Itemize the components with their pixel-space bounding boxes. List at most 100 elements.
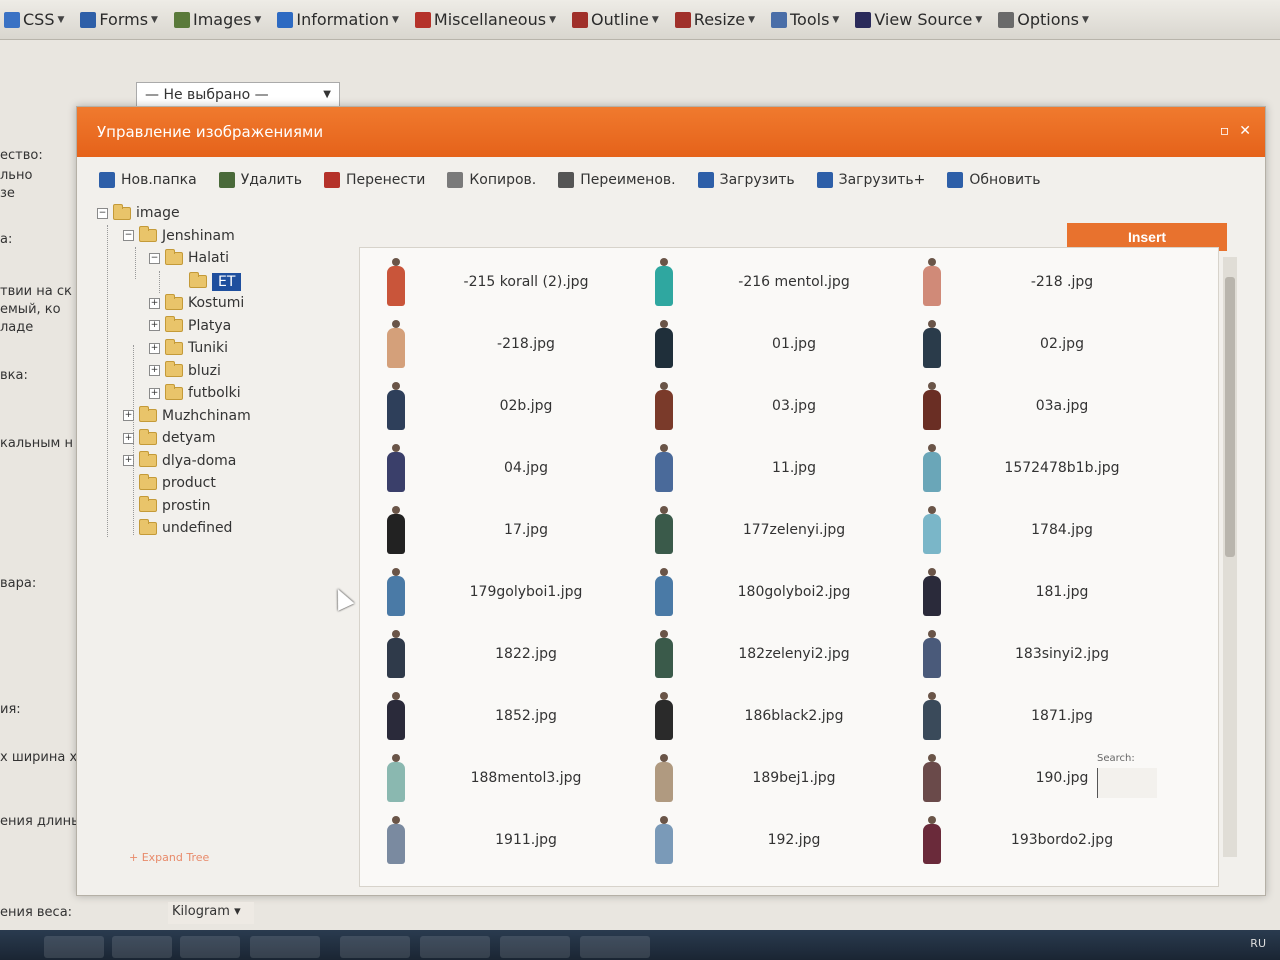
tree-folder-kostumi[interactable]: + Kostumi <box>149 293 244 311</box>
file-item[interactable]: 1871.jpg <box>902 686 1188 748</box>
taskbar-app-8[interactable] <box>580 936 650 958</box>
tree-folder-platya[interactable]: + Platya <box>149 316 231 334</box>
taskbar-app-6[interactable] <box>420 936 490 958</box>
devbar-menu-tools[interactable]: Tools ▼ <box>770 10 840 29</box>
toolbar-button-0[interactable]: Нов.папка <box>99 172 197 188</box>
tree-folder-detyam[interactable]: + detyam <box>123 428 216 446</box>
expand-icon[interactable]: + <box>149 342 160 354</box>
collapse-icon[interactable]: − <box>97 207 108 219</box>
devbar-menu-forms[interactable]: Forms ▼ <box>80 10 158 29</box>
file-item[interactable]: 1852.jpg <box>366 686 652 748</box>
tree-folder-dlya-doma[interactable]: + dlya-doma <box>123 451 236 469</box>
file-item[interactable]: 177zelenyi.jpg <box>634 500 920 562</box>
file-item[interactable]: 183sinyi2.jpg <box>902 624 1188 686</box>
taskbar-app-5[interactable] <box>340 936 410 958</box>
tree-folder-et[interactable]: ET <box>173 272 242 291</box>
file-item[interactable]: 04.jpg <box>366 438 652 500</box>
tree-folder-tuniki[interactable]: + Tuniki <box>149 338 228 356</box>
file-item[interactable]: 188mentol3.jpg <box>366 748 652 810</box>
close-icon[interactable]: ✕ <box>1239 123 1251 139</box>
images-icon <box>173 11 190 28</box>
weight-unit-select[interactable]: Kilogram ▾ <box>168 902 254 924</box>
devbar-menu-images[interactable]: Images ▼ <box>173 10 261 29</box>
tree-folder-jenshinam[interactable]: − Jenshinam <box>123 226 235 244</box>
tree-folder-halati[interactable]: − Halati <box>149 248 229 266</box>
file-item[interactable]: 186black2.jpg <box>634 686 920 748</box>
tree-folder-image[interactable]: − image <box>97 203 180 221</box>
taskbar-app-2[interactable] <box>112 936 172 958</box>
grid-scrollbar[interactable] <box>1223 257 1237 857</box>
chevron-down-icon: ▾ <box>234 904 241 919</box>
file-item[interactable]: 01.jpg <box>634 314 920 376</box>
expand-icon[interactable]: + <box>149 320 160 331</box>
devbar-menu-outline[interactable]: Outline ▼ <box>571 10 659 29</box>
file-item[interactable]: 1822.jpg <box>366 624 652 686</box>
thumbnail-figure-dress <box>923 514 941 554</box>
thumbnail-figure-dress <box>387 700 405 740</box>
file-toolbar: Нов.папка Удалить Перенести Копиров. Переиме… <box>77 157 1265 203</box>
tree-folder-prostin[interactable]: prostin <box>123 496 210 514</box>
thumbnail-figure-dress <box>655 452 673 492</box>
devbar-menu-options[interactable]: Options ▼ <box>998 10 1089 29</box>
file-item[interactable]: 189bej1.jpg <box>634 748 920 810</box>
toolbar-button-3[interactable]: Копиров. <box>447 172 536 188</box>
file-thumbnail <box>380 816 412 866</box>
tree-guide-line <box>159 271 160 293</box>
devbar-menu-css[interactable]: CSS ▼ <box>4 10 64 29</box>
taskbar-app-3[interactable] <box>180 936 240 958</box>
file-item[interactable]: 1911.jpg <box>366 810 652 872</box>
tree-folder-undefined[interactable]: undefined <box>123 518 232 536</box>
taskbar-app-7[interactable] <box>500 936 570 958</box>
toolbar-button-7[interactable]: Обновить <box>947 172 1041 188</box>
file-item[interactable]: 03.jpg <box>634 376 920 438</box>
tree-folder-bluzi[interactable]: + bluzi <box>149 361 221 379</box>
thumbnail-figure-head <box>392 258 400 266</box>
file-name: 01.jpg <box>772 336 816 352</box>
devbar-menu-miscellaneous[interactable]: Miscellaneous ▼ <box>414 10 556 29</box>
devbar-menu-information[interactable]: Information ▼ <box>277 10 399 29</box>
file-item[interactable]: 17.jpg <box>366 500 652 562</box>
file-name: 1822.jpg <box>495 646 557 662</box>
file-item[interactable]: 192.jpg <box>634 810 920 872</box>
expand-tree-link[interactable]: + Expand Tree <box>129 851 209 864</box>
toolbar-button-6[interactable]: Загрузить+ <box>816 172 925 188</box>
file-item[interactable]: 02.jpg <box>902 314 1188 376</box>
chevron-down-icon: ▼ <box>832 14 840 25</box>
expand-icon[interactable]: + <box>149 365 160 376</box>
tree-folder-futbolki[interactable]: + futbolki <box>149 383 241 401</box>
file-item[interactable]: 1784.jpg <box>902 500 1188 562</box>
file-item[interactable]: 179golyboi1.jpg <box>366 562 652 624</box>
thumbnail-figure-dress <box>387 824 405 864</box>
toolbar-button-4[interactable]: Переименов. <box>558 172 676 188</box>
file-item[interactable]: 180golyboi2.jpg <box>634 562 920 624</box>
devbar-menu-label: Tools <box>789 10 830 29</box>
file-item[interactable]: 193bordo2.jpg <box>902 810 1188 872</box>
taskbar-app-4[interactable] <box>250 936 320 958</box>
scrollbar-thumb[interactable] <box>1225 277 1235 557</box>
file-item[interactable]: 11.jpg <box>634 438 920 500</box>
toolbar-button-2[interactable]: Перенести <box>323 172 425 188</box>
collapse-icon[interactable]: − <box>149 252 160 264</box>
tree-folder-muzhchinam[interactable]: + Muzhchinam <box>123 406 251 424</box>
devbar-menu-view-source[interactable]: View Source ▼ <box>855 10 982 29</box>
toolbar-button-1[interactable]: Удалить <box>218 172 302 188</box>
file-item[interactable]: -216 mentol.jpg <box>634 252 920 314</box>
search-input[interactable] <box>1097 768 1157 798</box>
expand-icon[interactable]: + <box>149 387 160 399</box>
devbar-menu-resize[interactable]: Resize ▼ <box>674 10 755 29</box>
tree-folder-product[interactable]: product <box>123 473 216 491</box>
file-item[interactable]: -218.jpg <box>366 314 652 376</box>
file-item[interactable]: -218 .jpg <box>902 252 1188 314</box>
toolbar-button-5[interactable]: Загрузить <box>697 172 795 188</box>
file-item[interactable]: 02b.jpg <box>366 376 652 438</box>
expand-icon[interactable]: + <box>149 297 160 309</box>
devbar-menu-label: Outline <box>590 10 649 29</box>
file-item[interactable]: 181.jpg <box>902 562 1188 624</box>
file-item[interactable]: -215 korall (2).jpg <box>366 252 652 314</box>
file-item[interactable]: 03a.jpg <box>902 376 1188 438</box>
maximize-icon[interactable]: ▫ <box>1220 123 1230 139</box>
taskbar-app-1[interactable] <box>44 936 104 958</box>
file-item[interactable]: 182zelenyi2.jpg <box>634 624 920 686</box>
collapse-icon[interactable]: − <box>123 230 134 241</box>
file-item[interactable]: 1572478b1b.jpg <box>902 438 1188 500</box>
